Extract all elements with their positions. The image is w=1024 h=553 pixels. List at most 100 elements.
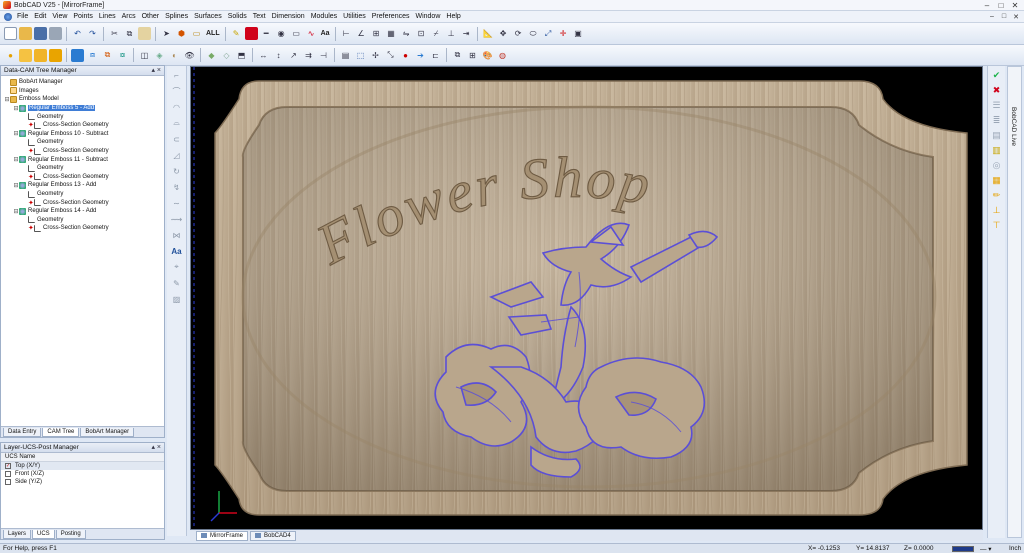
spline-icon[interactable]: ∿	[305, 27, 318, 40]
tree-item[interactable]: ⊟ Regular Emboss 11 - Subtract	[1, 155, 164, 164]
ucs-row-top[interactable]: ✓ Top (X/Y)	[1, 462, 164, 470]
maximize-button[interactable]: □	[994, 0, 1008, 10]
tree-item[interactable]: ✦ Cross-Section Geometry	[1, 198, 164, 207]
tree-item[interactable]: ⊟ Regular Emboss 14 - Add	[1, 207, 164, 216]
snap-icon[interactable]: ⊞	[370, 27, 383, 40]
mirror-icon[interactable]: ⇋	[400, 27, 413, 40]
app-icon[interactable]	[3, 1, 11, 9]
doc-minimize-button[interactable]: –	[986, 11, 998, 22]
cylinder-tool-icon[interactable]	[49, 48, 62, 62]
window-tile-icon[interactable]: ⧉	[451, 49, 464, 62]
dimension-icon[interactable]: ⊢	[340, 27, 353, 40]
coordinate-icon[interactable]: ✛	[557, 27, 570, 40]
view-render-icon[interactable]: ◐	[168, 49, 181, 62]
tree-item[interactable]: ⊟ Regular Emboss 10 - Subtract	[1, 130, 164, 139]
solid-intersect-icon[interactable]: ⧇	[116, 49, 129, 62]
insert-icon[interactable]: ⊏	[429, 49, 442, 62]
tree-item[interactable]: ✦ Cross-Section Geometry	[1, 147, 164, 156]
transform-icon[interactable]: ⬚	[354, 49, 367, 62]
tab-ucs[interactable]: UCS	[32, 529, 55, 539]
solid-subtract-icon[interactable]: ⧉	[101, 49, 114, 62]
paint-tool-icon[interactable]: ✎	[170, 276, 184, 290]
redo-icon[interactable]: ↷	[86, 27, 99, 40]
layer-icon[interactable]: ▤	[339, 49, 352, 62]
scale-icon[interactable]: ⤡	[384, 49, 397, 62]
print-icon[interactable]	[49, 27, 62, 40]
graphics-viewport[interactable]: Flower Shop	[190, 66, 983, 530]
undo-icon[interactable]: ↶	[71, 27, 84, 40]
rectangle-icon[interactable]: ▭	[290, 27, 303, 40]
palette-icon[interactable]: 🎨	[481, 49, 494, 62]
tool-list-icon[interactable]: ▤	[991, 129, 1003, 141]
tree-item[interactable]: ⊟ Regular Emboss 13 - Add	[1, 181, 164, 190]
dim-leader-icon[interactable]: ↗	[287, 49, 300, 62]
menu-dimension[interactable]: Dimension	[269, 13, 308, 20]
measure-icon[interactable]: 📐	[482, 27, 495, 40]
dimension-angle-icon[interactable]: ∠	[355, 27, 368, 40]
menu-splines[interactable]: Splines	[162, 13, 191, 20]
text-tool-button[interactable]: Aa	[170, 244, 184, 258]
save-icon[interactable]	[34, 27, 47, 40]
minimize-button[interactable]: –	[980, 0, 994, 10]
menu-text[interactable]: Text	[250, 13, 269, 20]
tree-item[interactable]: BobArt Manager	[1, 78, 164, 87]
view-window-icon[interactable]: ◫	[138, 49, 151, 62]
block-icon[interactable]: ▥	[991, 144, 1003, 156]
image-tool-icon[interactable]: ▨	[170, 292, 184, 306]
box-tool-icon[interactable]	[34, 48, 47, 62]
chamfer-tool-icon[interactable]: ◿	[170, 148, 184, 162]
panel-pin-icon[interactable]: ▴ ×	[151, 443, 161, 451]
line-style-icon[interactable]: ━	[260, 27, 273, 40]
dim-vertical-icon[interactable]: ↕	[272, 49, 285, 62]
menu-utilities[interactable]: Utilities	[340, 13, 369, 20]
tab-cam-tree[interactable]: CAM Tree	[42, 427, 80, 437]
xy-icon[interactable]: ⊥	[445, 27, 458, 40]
grid-icon[interactable]: ▦	[385, 27, 398, 40]
units-indicator[interactable]: Inch	[1009, 545, 1021, 552]
select-all-button[interactable]: ALL	[206, 30, 220, 37]
doc-restore-button[interactable]: □	[998, 11, 1010, 22]
tree-item[interactable]: ✦ Cross-Section Geometry	[1, 121, 164, 130]
ruler-icon[interactable]: ⊤	[991, 219, 1003, 231]
blend-tool-icon[interactable]: ⋈	[170, 228, 184, 242]
menu-lines[interactable]: Lines	[96, 13, 119, 20]
solid-box-icon[interactable]	[71, 48, 84, 62]
arc-tool-icon[interactable]: ◠	[170, 100, 184, 114]
vector-tool-icon[interactable]: ⌖	[170, 260, 184, 274]
tab-layers[interactable]: Layers	[3, 529, 32, 539]
menu-view[interactable]: View	[49, 13, 70, 20]
curve-tool-icon[interactable]: ⌒	[170, 84, 184, 98]
circle-tool-icon[interactable]: ●	[4, 49, 17, 62]
solid-union-icon[interactable]: ⧈	[86, 49, 99, 62]
copy-icon[interactable]: ⧉	[123, 27, 136, 40]
paste-icon[interactable]	[138, 27, 151, 40]
tab-data-entry[interactable]: Data Entry	[3, 427, 42, 437]
select-arrow-icon[interactable]: ➤	[160, 27, 173, 40]
tree-item[interactable]: Images	[1, 87, 164, 96]
text-style-button[interactable]: Aa	[321, 30, 330, 37]
rotate-tool-icon[interactable]: ↻	[170, 164, 184, 178]
view-eye-icon[interactable]: 👁	[183, 49, 196, 62]
emboss-model-render[interactable]: Flower Shop	[191, 67, 983, 530]
highlighter-icon[interactable]: ✎	[230, 27, 243, 40]
menu-modules[interactable]: Modules	[308, 13, 340, 20]
menu-arcs[interactable]: Arcs	[119, 13, 139, 20]
view-shade-icon[interactable]: ◈	[153, 49, 166, 62]
select-window-icon[interactable]: ▭	[190, 27, 203, 40]
window-cascade-icon[interactable]: ⊞	[466, 49, 479, 62]
menu-file[interactable]: File	[14, 13, 31, 20]
target-icon[interactable]: ◎	[991, 159, 1003, 171]
view-cube-icon[interactable]: ▣	[572, 27, 585, 40]
tree-item[interactable]: Geometry	[1, 164, 164, 173]
document-icon[interactable]	[4, 12, 12, 21]
tree-item[interactable]: ✦ Cross-Section Geometry	[1, 224, 164, 233]
fillet-tool-icon[interactable]: ⌓	[170, 116, 184, 130]
tree-item[interactable]: Geometry	[1, 112, 164, 121]
menu-window[interactable]: Window	[412, 13, 443, 20]
menu-preferences[interactable]: Preferences	[369, 13, 413, 20]
line-style-indicator[interactable]: — ▾	[980, 545, 992, 553]
view-axis-icon[interactable]: ⤢	[542, 27, 555, 40]
sweep-tool-icon[interactable]: ⟿	[170, 212, 184, 226]
rotate-view-icon[interactable]: ⟳	[512, 27, 525, 40]
move-icon[interactable]: ✢	[369, 49, 382, 62]
